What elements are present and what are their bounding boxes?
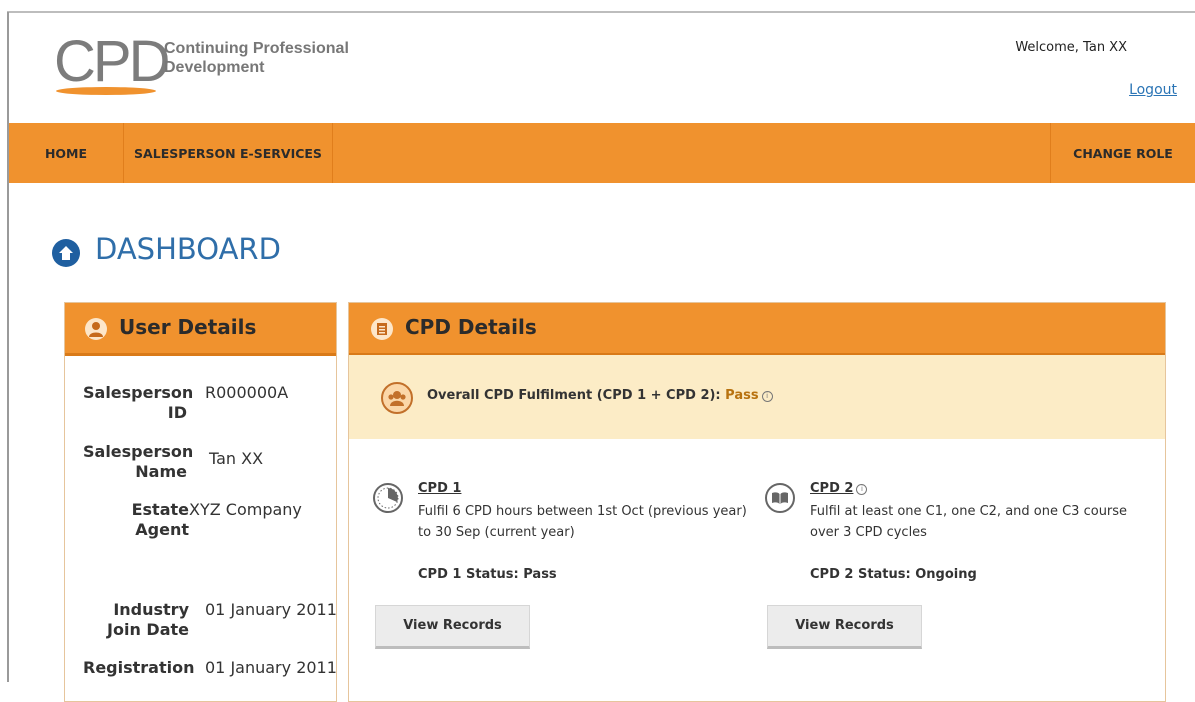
window-top-border — [7, 11, 1195, 13]
cpd1-status: CPD 1 Status: Pass — [418, 567, 557, 582]
home-icon — [52, 239, 80, 267]
cpd-details-title: CPD Details — [405, 315, 537, 339]
nav-change-role[interactable]: CHANGE ROLE — [1050, 123, 1195, 183]
salesperson-name-value: Tan XX — [209, 449, 264, 468]
overall-fulfilment-label: Overall CPD Fulfilment (CPD 1 + CPD 2): — [427, 388, 726, 403]
book-icon — [765, 483, 795, 513]
overall-fulfilment-banner: Overall CPD Fulfilment (CPD 1 + CPD 2): … — [349, 355, 1165, 439]
user-details-title: User Details — [119, 315, 257, 339]
welcome-text: Welcome, Tan XX — [1015, 40, 1127, 55]
cpd1-view-records-button[interactable]: View Records — [375, 605, 530, 649]
salesperson-id-label: Salesperson ID — [83, 383, 194, 422]
clock-icon — [373, 483, 403, 513]
industry-join-date-label: Industry Join Date — [107, 600, 189, 639]
logo-subtitle: Continuing Professional Development — [164, 39, 384, 77]
cpd2-description: Fulfil at least one C1, one C2, and one … — [810, 504, 1128, 540]
salesperson-name-label: Salesperson Name — [83, 442, 194, 481]
estate-agent-value: XYZ Company — [189, 500, 302, 519]
cpd2-title[interactable]: CPD 2i — [810, 481, 868, 496]
logo-mark: CPD — [54, 29, 170, 94]
cpd2-title-text[interactable]: CPD 2 — [810, 481, 853, 496]
group-icon — [381, 382, 413, 414]
cpd2-info-icon[interactable]: i — [856, 484, 868, 495]
window-left-border — [7, 12, 9, 682]
cpd-details-panel: CPD Details Overall CPD Fulfilment (CPD … — [348, 302, 1166, 702]
overall-fulfilment-text: Overall CPD Fulfilment (CPD 1 + CPD 2): … — [427, 388, 773, 403]
salesperson-id-value: R000000A — [205, 383, 289, 402]
nav-salesperson-e-services[interactable]: SALESPERSON E-SERVICES — [124, 123, 333, 183]
user-details-panel: User Details Salesperson ID R000000A Sal… — [64, 302, 337, 702]
registration-label: Registration — [83, 658, 195, 677]
cpd-details-header: CPD Details — [349, 303, 1165, 356]
nav-home[interactable]: HOME — [9, 123, 124, 183]
cpd2-view-records-button[interactable]: View Records — [767, 605, 922, 649]
document-icon — [371, 318, 393, 340]
cpd1-title[interactable]: CPD 1 — [418, 481, 461, 496]
user-details-header: User Details — [65, 303, 336, 356]
logo-subtitle-line1: Continuing Professional — [164, 40, 349, 57]
cpd1-description: Fulfil 6 CPD hours between 1st Oct (prev… — [418, 504, 747, 540]
cpd2-status: CPD 2 Status: Ongoing — [810, 567, 977, 582]
user-icon — [85, 318, 107, 340]
info-icon[interactable]: i — [761, 391, 773, 402]
industry-join-date-value: 01 January 2011 — [205, 600, 337, 619]
logo-subtitle-line2: Development — [164, 59, 265, 76]
registration-value: 01 January 2011 — [205, 658, 337, 677]
estate-agent-label: Estate Agent — [131, 500, 189, 539]
overall-status: Pass — [725, 388, 759, 403]
main-nav: HOME SALESPERSON E-SERVICES CHANGE ROLE — [9, 123, 1195, 183]
logout-link[interactable]: Logout — [1129, 82, 1177, 98]
page-title: DASHBOARD — [95, 232, 281, 266]
logo-swoosh — [56, 87, 156, 95]
